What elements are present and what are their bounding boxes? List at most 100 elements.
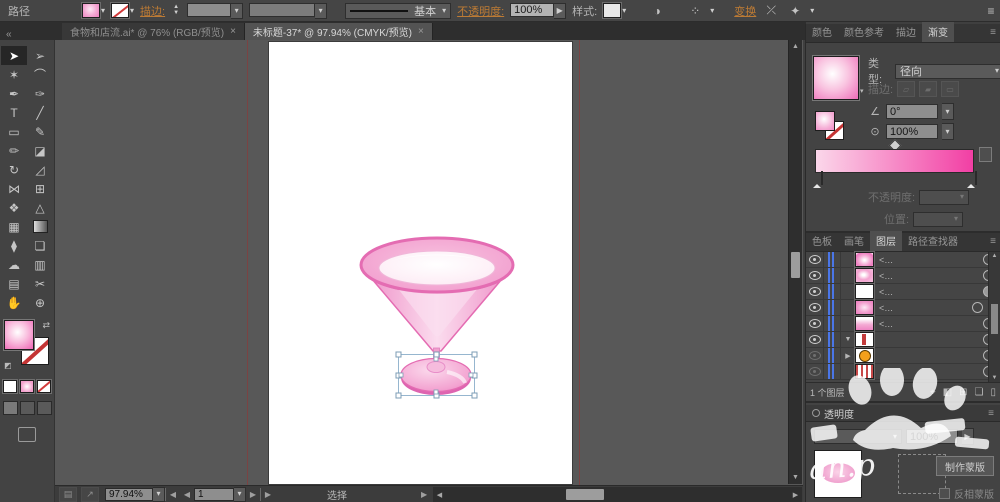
- style-swatch[interactable]: [603, 3, 622, 18]
- transparency-panel-header[interactable]: 透明度 ≡: [806, 405, 1000, 422]
- tool-rotate[interactable]: ↻: [1, 160, 27, 179]
- zoom-level-combo[interactable]: 97.94% ▾: [105, 486, 165, 502]
- stroke-color-swatch[interactable]: [111, 3, 130, 18]
- opacity-panel-link[interactable]: 不透明度:: [457, 3, 504, 19]
- liquid-surface-shape[interactable]: [378, 250, 496, 286]
- disclosure-triangle-icon[interactable]: ▶: [841, 352, 855, 360]
- tool-selection[interactable]: ➤: [1, 46, 27, 65]
- target-circle-icon[interactable]: [972, 302, 983, 313]
- stroke-panel-link[interactable]: 描边:: [140, 3, 165, 19]
- stroke-weight-field[interactable]: [187, 2, 232, 17]
- constrain-proportions-icon[interactable]: ⤫: [762, 3, 780, 19]
- zoom-dropdown-button[interactable]: ▾: [153, 486, 165, 502]
- zoom-level-field[interactable]: 97.94%: [105, 487, 153, 501]
- delete-layer-icon[interactable]: ▯: [990, 387, 996, 398]
- scroll-up-icon[interactable]: ▲: [989, 253, 1000, 259]
- visibility-toggle[interactable]: [806, 252, 824, 267]
- make-clipping-mask-icon[interactable]: ◧: [943, 387, 952, 398]
- width-profile-combo[interactable]: ▾: [249, 2, 328, 19]
- tool-perspective-grid[interactable]: △: [27, 198, 53, 217]
- layers-scrollbar[interactable]: ▲ ▼: [988, 252, 1000, 382]
- tab-pathfinder[interactable]: 路径查找器: [902, 231, 964, 251]
- layer-row-3[interactable]: <…: [806, 284, 1000, 300]
- tool-direct-selection[interactable]: ➢: [27, 46, 53, 65]
- gradient-stop-start[interactable]: [813, 171, 823, 188]
- horizontal-scrollbar[interactable]: ◀ ▶: [433, 487, 802, 502]
- panel-menu-icon[interactable]: ≡: [988, 408, 994, 419]
- opacity-combo[interactable]: 100% ▶: [510, 2, 567, 19]
- opacity-field[interactable]: 100%: [510, 2, 555, 17]
- prev-artboard-button[interactable]: ◀: [180, 488, 194, 501]
- tool-curvature[interactable]: ✑: [27, 84, 53, 103]
- visibility-toggle[interactable]: [806, 348, 824, 363]
- tool-eyedropper[interactable]: ⧫: [1, 236, 27, 255]
- chevron-down-icon[interactable]: ▾: [442, 6, 446, 15]
- close-icon[interactable]: ×: [230, 26, 236, 37]
- visibility-toggle[interactable]: [806, 364, 824, 379]
- document-tab-2[interactable]: 未标题-37* @ 97.94% (CMYK/预览) ×: [244, 23, 433, 40]
- status-expand-icon[interactable]: ▶: [421, 490, 427, 499]
- tool-width-tool[interactable]: ⋈: [1, 179, 27, 198]
- gradient-stop-end[interactable]: [967, 171, 977, 188]
- stroke-weight-dropdown-button[interactable]: ▾: [231, 2, 244, 19]
- make-mask-button[interactable]: 制作蒙版: [936, 456, 994, 476]
- layer-thumbnail[interactable]: [855, 364, 874, 379]
- layer-row-4[interactable]: <…: [806, 300, 1000, 316]
- layer-label[interactable]: <…: [879, 319, 983, 329]
- status-grid-icon[interactable]: ▤: [59, 486, 77, 502]
- layers-scroll-thumb[interactable]: [991, 304, 998, 334]
- vertical-scrollbar[interactable]: ▲ ▼: [788, 40, 802, 484]
- fill-color-combo[interactable]: ▾: [82, 3, 105, 18]
- layer-thumbnail[interactable]: [855, 332, 874, 347]
- horizontal-scroll-track[interactable]: [446, 487, 789, 502]
- visibility-toggle[interactable]: [806, 268, 824, 283]
- panel-menu-icon[interactable]: ≡: [990, 27, 996, 38]
- tool-pencil[interactable]: ✏: [1, 141, 27, 160]
- layer-thumbnail[interactable]: [855, 316, 874, 331]
- collapse-panels-icon[interactable]: «: [0, 29, 62, 40]
- tool-scale[interactable]: ◿: [27, 160, 53, 179]
- panel-menu-icon[interactable]: ≡: [990, 236, 996, 247]
- status-export-icon[interactable]: ↗: [81, 486, 99, 502]
- layer-label[interactable]: <…: [879, 303, 972, 313]
- gradient-preview-swatch[interactable]: [813, 56, 859, 100]
- chevron-down-icon[interactable]: ▾: [101, 6, 105, 15]
- draw-inside-button[interactable]: [36, 401, 52, 415]
- tool-type[interactable]: T: [1, 103, 27, 122]
- width-profile-dropdown-button[interactable]: ▾: [315, 2, 328, 19]
- new-layer-icon[interactable]: ❏: [975, 387, 984, 398]
- layer-row-2[interactable]: <…: [806, 268, 1000, 284]
- transparency-opacity-button[interactable]: ▶: [962, 428, 974, 445]
- scroll-down-icon[interactable]: ▼: [989, 375, 1000, 381]
- stroke-color-combo[interactable]: ▾: [111, 3, 134, 18]
- layer-thumbnail[interactable]: [855, 300, 874, 315]
- visibility-toggle[interactable]: [806, 316, 824, 331]
- fill-swatch[interactable]: [4, 320, 34, 350]
- control-panel-menu-icon[interactable]: ≡: [982, 3, 1000, 19]
- scroll-right-icon[interactable]: ▶: [789, 487, 802, 502]
- stroke-weight-combo[interactable]: ▾: [187, 2, 244, 19]
- draw-normal-button[interactable]: [2, 401, 18, 415]
- aspect-dropdown-button[interactable]: ▾: [942, 123, 954, 140]
- visibility-toggle[interactable]: [806, 300, 824, 315]
- tool-mesh[interactable]: ▦: [1, 217, 27, 236]
- chevron-down-icon[interactable]: ▾: [622, 6, 626, 15]
- paint-color-button[interactable]: [3, 380, 17, 393]
- visibility-toggle[interactable]: [806, 284, 824, 299]
- canvas-area[interactable]: ▲ ▼: [55, 40, 803, 485]
- last-artboard-button[interactable]: ▶: [260, 487, 275, 501]
- gradient-slider[interactable]: [813, 139, 977, 188]
- layer-thumbnail[interactable]: [855, 348, 874, 363]
- document-tab-1[interactable]: 食物和店流.ai* @ 76% (RGB/预览) ×: [62, 23, 245, 40]
- angle-field[interactable]: 0°: [886, 104, 938, 119]
- layer-row-6[interactable]: ▼: [806, 332, 1000, 348]
- horizontal-scroll-thumb[interactable]: [566, 489, 604, 500]
- paint-none-button[interactable]: [37, 380, 51, 393]
- paint-gradient-button[interactable]: [20, 380, 34, 393]
- tab-brushes[interactable]: 画笔: [838, 231, 870, 251]
- base-knob-shape[interactable]: [426, 361, 446, 373]
- tool-hand[interactable]: ✋: [1, 293, 27, 312]
- new-sublayer-icon[interactable]: ⊞: [959, 387, 967, 398]
- width-profile-field[interactable]: [249, 2, 316, 17]
- locate-object-icon[interactable]: ⌖: [930, 387, 936, 398]
